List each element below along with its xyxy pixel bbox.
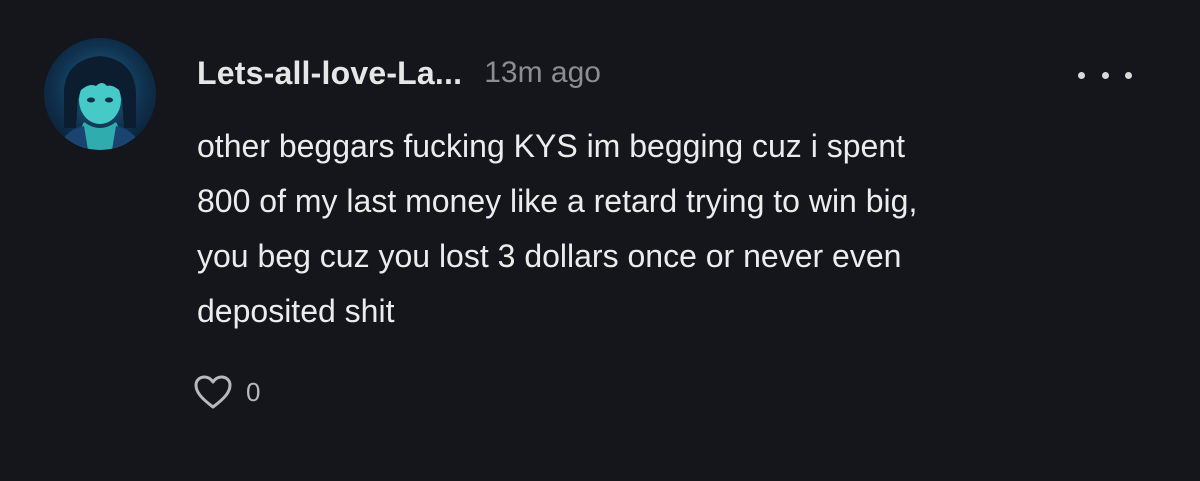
heart-icon [194,375,232,409]
comment-body-line: deposited shit [197,293,395,329]
timestamp: 13m ago [484,56,601,89]
more-horizontal-icon [1078,71,1085,79]
comment-body-line: you beg cuz you lost 3 dollars once or n… [197,238,902,274]
comment-card: Lets-all-love-La... 13m ago other beggar… [0,0,1200,481]
comment-actions: 0 [192,370,260,414]
more-horizontal-icon-dot [1125,71,1132,79]
comment-body-line: other beggars fucking KYS im begging cuz… [197,128,905,164]
comment-header: Lets-all-love-La... 13m ago [197,50,601,96]
avatar[interactable] [44,38,156,150]
more-horizontal-icon-dot [1101,71,1109,79]
username[interactable]: Lets-all-love-La... [197,55,462,92]
like-button[interactable] [192,371,234,413]
like-count: 0 [246,376,261,407]
comment-body: other beggars fucking KYS im begging cuz… [197,119,1157,339]
comment-body-line: 800 of my last money like a retard tryin… [197,183,918,219]
avatar-image [44,38,156,150]
more-options-button[interactable] [1078,62,1132,88]
